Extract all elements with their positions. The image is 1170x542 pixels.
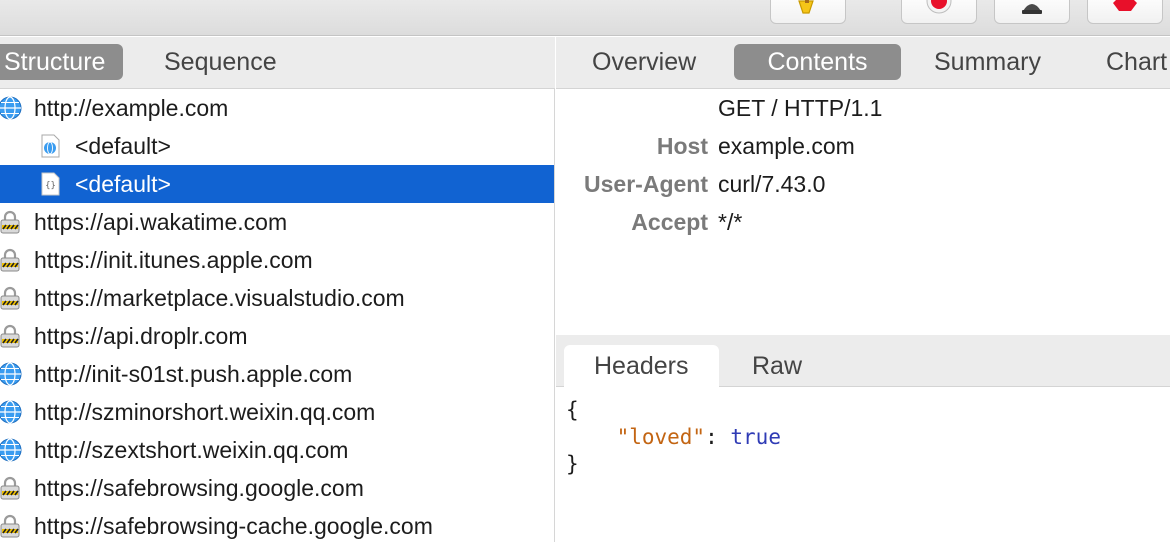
json-value: true: [730, 425, 781, 449]
header-value: */*: [718, 209, 743, 235]
structure-tab[interactable]: Structure: [0, 44, 124, 80]
globe-icon: [0, 96, 22, 120]
globe-icon: [0, 438, 22, 462]
tree-row[interactable]: <default>: [0, 127, 554, 165]
tab-chart[interactable]: Chart: [1092, 44, 1170, 80]
tree-row[interactable]: http://szminorshort.weixin.qq.com: [0, 393, 554, 431]
tree-row[interactable]: https://init.itunes.apple.com: [0, 241, 554, 279]
tree-row[interactable]: https://safebrowsing-cache.google.com: [0, 507, 554, 542]
request-headers: GET / HTTP/1.1 Host example.com User-Age…: [556, 89, 1170, 241]
sidebar: Structure Sequence http://example.com <de…: [0, 37, 555, 542]
json-property: "loved": true: [566, 424, 1160, 451]
header-value: example.com: [718, 133, 855, 159]
tab-overview[interactable]: Overview: [578, 44, 710, 80]
tab-contents[interactable]: Contents: [734, 44, 901, 80]
json-body-viewer[interactable]: { "loved": true }: [556, 389, 1170, 486]
svg-text:{}: {}: [45, 181, 56, 191]
tree-row-label: https://api.wakatime.com: [34, 209, 288, 235]
tree-row-label: https://api.droplr.com: [34, 323, 248, 349]
web-request-icon: [38, 134, 62, 158]
stop-button[interactable]: [1087, 0, 1163, 24]
json-open-brace: {: [566, 398, 579, 422]
tree-row-label: http://init-s01st.push.apple.com: [34, 361, 353, 387]
broom-icon: [793, 0, 823, 19]
tree-row-label: <default>: [75, 133, 171, 159]
tab-headers[interactable]: Headers: [564, 345, 719, 387]
tree-row-label: https://safebrowsing.google.com: [34, 475, 364, 501]
lock-icon: [0, 514, 22, 538]
header-key: Host: [656, 133, 708, 159]
tree-row[interactable]: https://safebrowsing.google.com: [0, 469, 554, 507]
json-key: "loved": [616, 425, 706, 449]
sequence-tab[interactable]: Sequence: [146, 44, 295, 80]
tree-row[interactable]: http://example.com: [0, 89, 554, 127]
tab-summary[interactable]: Summary: [920, 44, 1055, 80]
toolbar: [0, 0, 1170, 36]
throttle-icon: [1017, 0, 1047, 19]
lock-icon: [0, 324, 22, 348]
record-icon: [924, 0, 954, 19]
request-line: GET / HTTP/1.1: [718, 95, 883, 121]
stop-icon: [1110, 0, 1140, 19]
tree-row[interactable]: https://marketplace.visualstudio.com: [0, 279, 554, 317]
tree-row-label: http://example.com: [34, 95, 229, 121]
host-tree: http://example.com <default> {} <default> ht…: [0, 89, 554, 542]
tree-row-label: http://szminorshort.weixin.qq.com: [34, 399, 376, 425]
header-row: Accept */*: [556, 203, 1170, 241]
json-close-brace: }: [566, 452, 579, 476]
tree-row[interactable]: http://szextshort.weixin.qq.com: [0, 431, 554, 469]
lock-icon: [0, 476, 22, 500]
lock-icon: [0, 286, 22, 310]
throttle-button[interactable]: [994, 0, 1070, 24]
header-key: User-Agent: [584, 171, 708, 197]
detail-tabs: Overview Contents Summary Chart: [556, 37, 1170, 89]
record-button[interactable]: [901, 0, 977, 24]
header-key: Accept: [631, 209, 708, 235]
globe-icon: [0, 400, 22, 424]
lock-icon: [0, 210, 22, 234]
body-view-tabs: Headers Raw: [556, 335, 1170, 387]
request-line-row: GET / HTTP/1.1: [556, 89, 1170, 127]
header-row: User-Agent curl/7.43.0: [556, 165, 1170, 203]
clear-button[interactable]: [770, 0, 846, 24]
tree-row-label: https://safebrowsing-cache.google.com: [34, 513, 433, 539]
tree-row[interactable]: https://api.droplr.com: [0, 317, 554, 355]
tree-row-label: https://init.itunes.apple.com: [34, 247, 313, 273]
globe-icon: [0, 362, 22, 386]
tree-row[interactable]: {} <default>: [0, 165, 554, 203]
detail-pane: Overview Contents Summary Chart GET / HT…: [556, 37, 1170, 542]
header-row: Host example.com: [556, 127, 1170, 165]
tree-row-label: http://szextshort.weixin.qq.com: [34, 437, 349, 463]
json-doc-icon: {}: [38, 172, 62, 196]
tree-row[interactable]: http://init-s01st.push.apple.com: [0, 355, 554, 393]
json-colon: :: [705, 425, 731, 449]
header-value: curl/7.43.0: [718, 171, 826, 197]
tab-raw[interactable]: Raw: [722, 345, 832, 387]
tree-row-label: <default>: [75, 171, 171, 197]
view-mode-bar: Structure Sequence: [0, 37, 555, 89]
tree-row-label: https://marketplace.visualstudio.com: [34, 285, 405, 311]
lock-icon: [0, 248, 22, 272]
tree-row[interactable]: https://api.wakatime.com: [0, 203, 554, 241]
